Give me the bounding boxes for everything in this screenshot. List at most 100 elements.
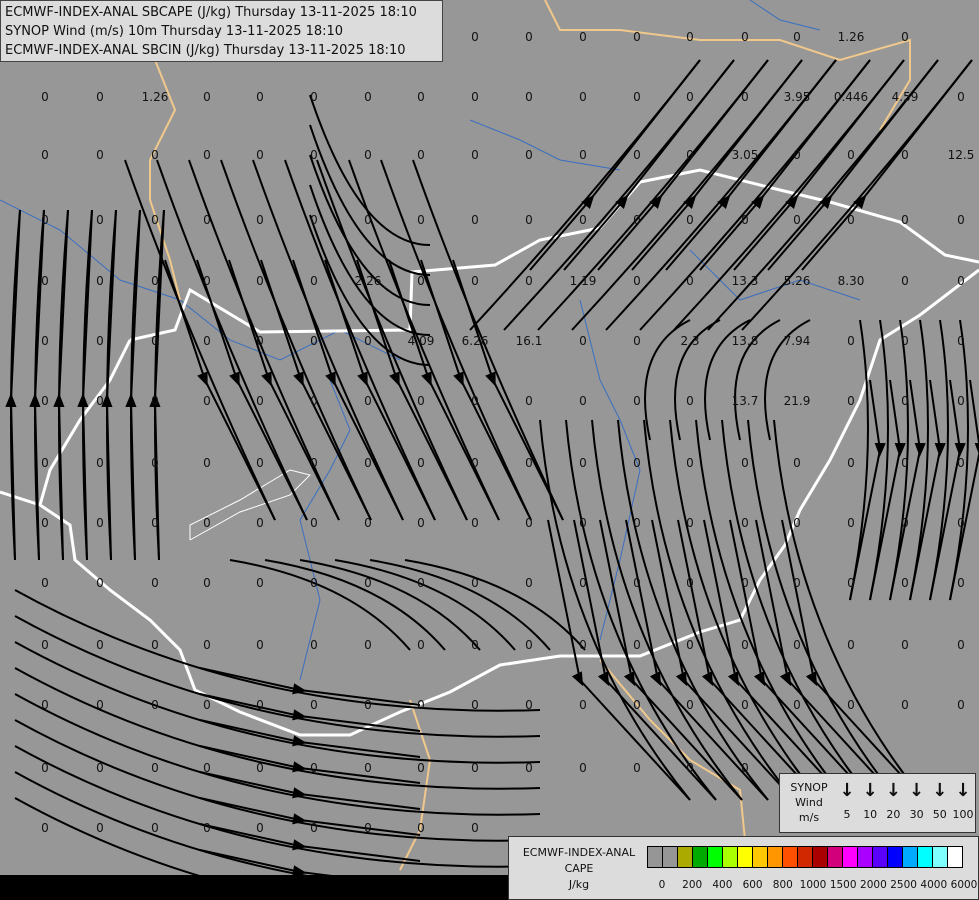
cape-color-swatch [648,847,663,867]
synop-speed-label: 50 [932,808,947,821]
cin-value-label: 0 [471,274,479,288]
cin-value-label: 0 [310,334,318,348]
cin-value-label: 7.94 [784,334,811,348]
cape-color-swatch [753,847,768,867]
cin-value-label: 6.26 [462,334,489,348]
cin-value-label: 0 [364,516,372,530]
arrow-down-icon: ↓ [909,780,925,801]
cin-value-label: 0 [310,394,318,408]
cape-color-swatch [783,847,798,867]
cin-value-label: 0 [256,638,264,652]
cin-value-label: 0 [364,576,372,590]
cin-value-label: 1.26 [838,30,865,44]
cin-value-label: 0 [579,576,587,590]
cin-value-label: 0 [41,516,49,530]
cape-colorbar [647,846,963,868]
cin-value-label: 0 [256,576,264,590]
cin-value-label: 3.05 [732,148,759,162]
cin-value-label: 0 [957,638,965,652]
cin-value-label: 0 [256,516,264,530]
cin-value-label: 0 [41,334,49,348]
cin-value-label: 0 [151,148,159,162]
cin-value-label: 0 [901,30,909,44]
synop-wind-arrow-20: ↓ 20 [882,780,904,821]
cin-value-label: 0 [525,90,533,104]
synop-label-line: m/s [798,811,820,824]
cin-value-label: 0 [686,90,694,104]
cin-value-label: 0 [471,90,479,104]
cin-value-label: 0 [41,456,49,470]
cin-value-label: 0 [96,516,104,530]
cin-value-label: 0 [151,516,159,530]
synop-speed-label: 100 [952,808,974,821]
synop-legend-label: SYNOP Wind m/s [784,780,834,825]
cin-value-label: 0 [364,213,372,227]
cin-value-label: 0 [417,516,425,530]
cape-color-swatch [888,847,903,867]
cin-value-label: 0 [471,148,479,162]
cape-color-swatch [708,847,723,867]
cin-value-label: 13.3 [732,274,759,288]
cape-color-swatch [903,847,918,867]
cin-value-label: 0 [633,394,641,408]
cin-value-label: 0 [41,576,49,590]
cin-value-label: 0 [741,698,749,712]
cin-value-label: 0 [686,516,694,530]
cin-value-label: 0 [471,30,479,44]
cin-value-label: 0 [901,576,909,590]
cin-value-label: 0 [41,761,49,775]
cin-value-label: 0 [310,698,318,712]
cin-value-label: 0 [525,213,533,227]
cin-value-label: 0 [256,761,264,775]
cin-value-label: 0 [256,456,264,470]
cin-value-label: 0 [793,638,801,652]
cin-value-label: 0 [96,148,104,162]
cin-value-label: 0 [633,456,641,470]
cin-value-label: 0 [633,638,641,652]
cin-value-label: 0 [633,148,641,162]
cin-value-label: 0 [41,821,49,835]
cin-value-label: 0 [364,334,372,348]
cin-value-label: 0.446 [834,90,868,104]
cin-value-label: 0 [203,334,211,348]
cin-value-label: 0 [471,213,479,227]
cin-value-label: 0 [151,456,159,470]
cin-value-label: 0 [417,638,425,652]
cin-value-label: 0 [633,213,641,227]
cin-value-label: 0 [310,274,318,288]
weather-map: 0 0 0 0 0 0 0 1.26 0 0 0 1.26 0 0 0 0 0 0 0 0 0 0 0 3.95 0.446 4.… [0,0,979,900]
cin-value-label: 0 [847,334,855,348]
cin-value-label: 0 [741,90,749,104]
cin-value-label: 0 [793,456,801,470]
cin-value-label: 0 [256,334,264,348]
cin-value-label: 0 [901,334,909,348]
cape-color-swatch [768,847,783,867]
synop-wind-arrow-100: ↓ 100 [952,780,974,821]
cin-value-label: 0 [364,90,372,104]
cin-value-label: 0 [203,698,211,712]
synop-label-line: Wind [795,796,823,809]
cin-value-label: 0 [957,576,965,590]
cin-value-label: 0 [633,761,641,775]
cin-value-label: 0 [579,516,587,530]
cape-label-line: J/kg [568,878,590,891]
cin-value-label: 0 [957,456,965,470]
title-sbcin: ECMWF-INDEX-ANAL SBCIN (J/kg) Thursday 1… [5,43,406,58]
cin-value-label: 0 [901,456,909,470]
cape-color-swatch [678,847,693,867]
cin-value-label: 0 [957,516,965,530]
cin-value-label: 0 [579,90,587,104]
cin-value-label: 0 [525,456,533,470]
cape-color-swatch [813,847,828,867]
cin-value-label: 0 [203,516,211,530]
cin-value-label: 0 [901,698,909,712]
cin-value-label: 0 [793,576,801,590]
cape-colorbar-legend: ECMWF-INDEX-ANAL CAPE J/kg 0 200 400 600 800… [508,836,979,900]
cin-value-label: 0 [471,394,479,408]
cin-value-label: 0 [686,761,694,775]
cin-value-label: 0 [847,516,855,530]
cin-value-label: 0 [417,274,425,288]
cin-value-label: 16.1 [516,334,543,348]
cin-value-label: 0 [579,213,587,227]
arrow-down-icon: ↓ [885,780,901,801]
